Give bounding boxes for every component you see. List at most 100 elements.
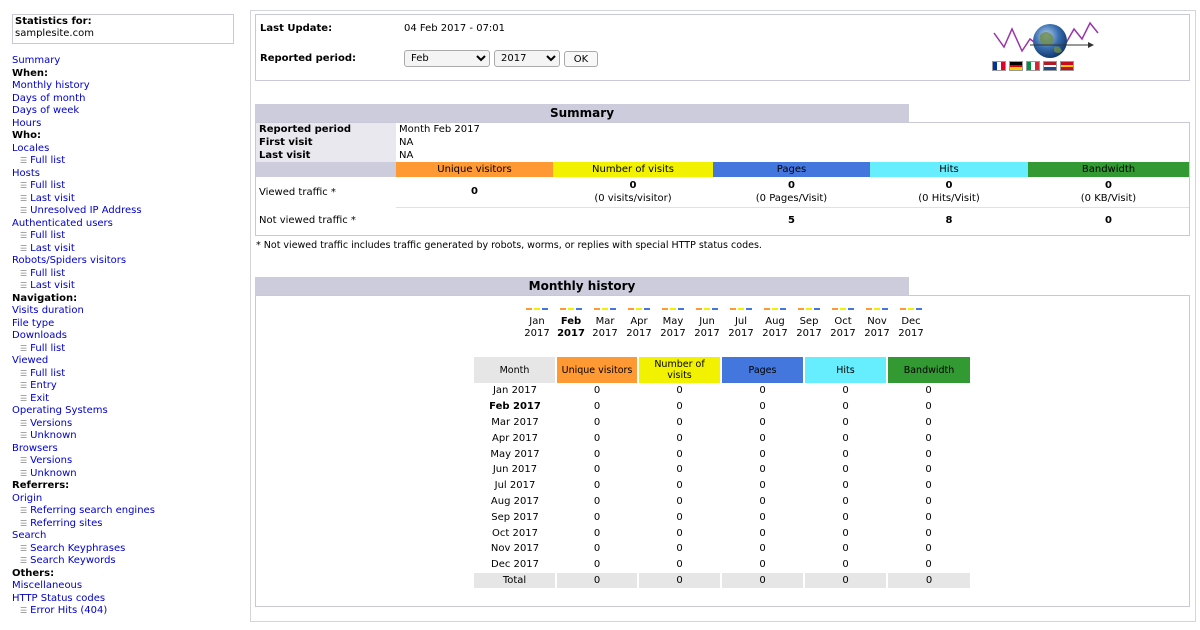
sidebar-link-monthly-history[interactable]: Monthly history [12, 80, 90, 91]
sidebar-link-hosts[interactable]: Hosts [12, 168, 40, 179]
value-cell: 0 [676, 385, 683, 397]
chart-bar [866, 308, 872, 310]
value-cell: 0 [842, 527, 849, 539]
monthly-col-hits: Hits [803, 357, 887, 383]
chart-month-bars [724, 308, 758, 310]
chart-month-apr: Apr 2017 [622, 308, 656, 340]
chart-bar [738, 308, 744, 310]
sidebar-link-auth-last-visit[interactable]: Last visit [30, 243, 75, 254]
value-cell: 0 [842, 432, 849, 444]
chart-month-label: Oct [834, 316, 852, 327]
chart-month-label: Mar [595, 316, 615, 327]
value-cell: 0 [593, 527, 601, 539]
chart-year-label: 2017 [796, 328, 822, 339]
sidebar-link-authenticated-users[interactable]: Authenticated users [12, 218, 113, 229]
italian-flag-icon[interactable] [1026, 61, 1040, 71]
german-flag-icon[interactable] [1009, 61, 1023, 71]
month-select[interactable]: Feb [404, 50, 490, 67]
sidebar-link-hours[interactable]: Hours [12, 118, 41, 129]
ok-button[interactable]: OK [564, 51, 598, 67]
value-cell: 0 [925, 464, 932, 476]
subitem-marker-icon: ☰ [20, 343, 28, 353]
reported-period-row-label: Reported period [256, 123, 396, 136]
sidebar-link-search[interactable]: Search [12, 530, 46, 541]
chart-bar [636, 308, 642, 310]
dutch-flag-icon[interactable] [1043, 61, 1057, 71]
sidebar-link-locales-full-list[interactable]: Full list [30, 155, 65, 166]
chart-bar [814, 308, 820, 310]
sidebar-link-referring-search-engines[interactable]: Referring search engines [30, 505, 155, 516]
sidebar-link-locales[interactable]: Locales [12, 143, 49, 154]
sidebar-link-operating-systems[interactable]: Operating Systems [12, 405, 108, 416]
month-cell: Jun 2017 [492, 464, 538, 476]
sidebar-link-viewed-entry[interactable]: Entry [30, 380, 57, 391]
subitem-marker-icon: ☰ [20, 243, 28, 253]
sidebar-link-referring-sites[interactable]: Referring sites [30, 518, 102, 529]
sidebar-link-viewed[interactable]: Viewed [12, 355, 48, 366]
year-select[interactable]: 2017 [494, 50, 560, 67]
sidebar-link-summary[interactable]: Summary [12, 55, 60, 66]
value-cell: 0 [759, 527, 766, 539]
sidebar-link-robots-spiders[interactable]: Robots/Spiders visitors [12, 255, 126, 266]
viewed-visits-value: 0 [629, 179, 637, 191]
sidebar-link-downloads[interactable]: Downloads [12, 330, 67, 341]
value-cell: 0 [925, 511, 932, 523]
value-cell: 0 [925, 480, 932, 492]
chart-month-bars [860, 308, 894, 310]
sidebar-link-robots-last-visit[interactable]: Last visit [30, 280, 75, 291]
sidebar-link-hosts-last-visit[interactable]: Last visit [30, 193, 75, 204]
sidebar-link-visits-duration[interactable]: Visits duration [12, 305, 84, 316]
sidebar-item-others: Others: [12, 567, 55, 579]
sidebar-link-hosts-full-list[interactable]: Full list [30, 180, 65, 191]
monthly-col-month: Month [474, 357, 556, 383]
value-cell: 0 [676, 543, 683, 555]
sidebar-link-downloads-full-list[interactable]: Full list [30, 343, 65, 354]
last-update-value: 04 Feb 2017 - 07:01 [404, 23, 506, 34]
sidebar-link-days-of-month[interactable]: Days of month [12, 93, 85, 104]
value-cell: 0 [593, 559, 601, 571]
chart-bar [874, 308, 880, 310]
sidebar-link-auth-full-list[interactable]: Full list [30, 230, 65, 241]
sidebar-link-origin[interactable]: Origin [12, 493, 42, 504]
viewed-traffic-row: Viewed traffic * 0 0 (0 visits/visitor) 0 (0… [256, 177, 1189, 207]
sidebar-item-hosts-full-list: ☰ Full list [12, 180, 237, 193]
first-visit-value: NA [399, 137, 414, 148]
chart-month-may: May 2017 [656, 308, 690, 340]
sidebar-link-search-keywords[interactable]: Search Keywords [30, 555, 115, 566]
chart-month-bars [792, 308, 826, 310]
sidebar-link-error-hits-404[interactable]: Error Hits (404) [30, 605, 107, 616]
sidebar-link-browsers-unknown[interactable]: Unknown [30, 468, 76, 479]
chart-month-bars [588, 308, 622, 310]
chart-year-label: 2017 [592, 328, 618, 339]
sidebar-link-browsers[interactable]: Browsers [12, 443, 58, 454]
chart-bar [610, 308, 616, 310]
subitem-marker-icon: ☰ [20, 418, 28, 428]
value-cell: 0 [593, 543, 601, 555]
sidebar-link-os-versions[interactable]: Versions [30, 418, 72, 429]
sidebar-item-miscellaneous: Miscellaneous [12, 580, 237, 593]
value-cell: 0 [803, 572, 887, 589]
french-flag-icon[interactable] [992, 61, 1006, 71]
sidebar-link-http-status-codes[interactable]: HTTP Status codes [12, 593, 105, 604]
sidebar-link-browsers-versions[interactable]: Versions [30, 455, 72, 466]
sidebar-link-days-of-week[interactable]: Days of week [12, 105, 79, 116]
sidebar-link-robots-full-list[interactable]: Full list [30, 268, 65, 279]
monthly-row: Jun 2017 0 0 0 0 0 [474, 462, 970, 478]
chart-bar [576, 308, 582, 310]
sidebar-link-file-type[interactable]: File type [12, 318, 54, 329]
chart-bar [908, 308, 914, 310]
sidebar-link-unresolved-ip[interactable]: Unresolved IP Address [30, 205, 141, 216]
sidebar-link-search-keyphrases[interactable]: Search Keyphrases [30, 543, 125, 554]
sidebar-item-hosts: Hosts [12, 168, 237, 181]
sidebar-link-os-unknown[interactable]: Unknown [30, 430, 76, 441]
value-cell: 0 [842, 495, 849, 507]
subitem-marker-icon: ☰ [20, 456, 28, 465]
chart-month-bars [554, 308, 588, 310]
sidebar-link-viewed-full-list[interactable]: Full list [30, 368, 65, 379]
value-cell: 0 [925, 495, 932, 507]
sidebar-item-browsers: Browsers [12, 443, 237, 456]
sidebar-link-viewed-exit[interactable]: Exit [30, 393, 49, 404]
sidebar-link-miscellaneous[interactable]: Miscellaneous [12, 580, 82, 591]
spanish-flag-icon[interactable] [1060, 61, 1074, 71]
value-cell: 0 [676, 559, 683, 571]
